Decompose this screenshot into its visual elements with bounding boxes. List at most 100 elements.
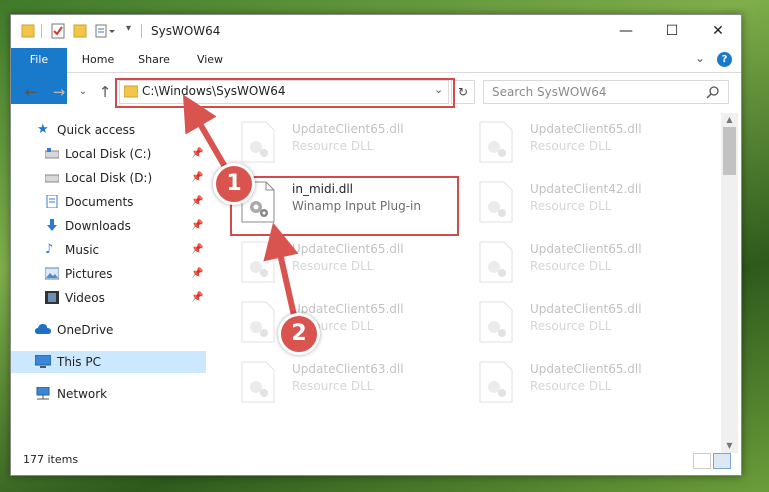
list-item[interactable]: UpdateClient63.dll Resource DLL (232, 355, 460, 411)
close-button[interactable]: ✕ (695, 15, 741, 47)
tab-view[interactable]: View (185, 48, 235, 72)
dll-file-icon (241, 301, 275, 343)
sidebar-item-quick-access[interactable]: ★ Quick access (11, 119, 206, 141)
folder-icon[interactable] (21, 22, 35, 40)
sidebar-item-label: Documents (65, 195, 134, 209)
file-highlight-box (230, 176, 459, 236)
title-bar: ▾ SysWOW64 — ☐ ✕ (11, 15, 741, 47)
sidebar-item-label: Music (65, 243, 100, 257)
pin-icon[interactable]: 📌 (191, 191, 203, 213)
scroll-up-icon[interactable]: ▲ (721, 113, 738, 127)
status-bar: 177 items (11, 449, 741, 473)
sidebar-item-label: Local Disk (D:) (65, 171, 153, 185)
file-description: Resource DLL (530, 259, 612, 273)
toolbar-divider (41, 24, 42, 38)
file-description: Resource DLL (530, 319, 612, 333)
back-button[interactable]: ← (21, 82, 41, 102)
list-item[interactable]: UpdateClient65.dll Resource DLL (470, 115, 698, 171)
list-item[interactable]: UpdateClient65.dll Resource DLL (232, 235, 460, 291)
videos-icon (45, 291, 59, 304)
large-icons-view-icon[interactable] (713, 453, 731, 469)
sidebar-item-network[interactable]: Network (11, 383, 206, 405)
documents-icon (46, 195, 58, 208)
file-description: Resource DLL (292, 259, 374, 273)
customize-toolbar-icon[interactable] (95, 22, 117, 40)
file-description: Resource DLL (292, 379, 374, 393)
sidebar-item-documents[interactable]: Documents 📌 (11, 191, 206, 213)
sidebar-item-pictures[interactable]: Pictures 📌 (11, 263, 206, 285)
recent-locations-icon[interactable]: ⌄ (73, 82, 93, 102)
sidebar-item-label: Videos (65, 291, 105, 305)
title-divider (141, 24, 142, 38)
quick-access-dropdown-icon[interactable]: ▾ (126, 23, 136, 34)
dll-file-icon (479, 241, 513, 283)
search-placeholder: Search SysWOW64 (492, 85, 607, 99)
search-icon (706, 86, 719, 99)
sidebar-item-this-pc[interactable]: This PC (11, 351, 206, 373)
tab-home[interactable]: Home (73, 48, 123, 72)
forward-button[interactable]: → (49, 82, 69, 102)
pin-icon[interactable]: 📌 (191, 143, 203, 165)
pictures-icon (45, 267, 59, 280)
music-icon: ♪ (45, 242, 54, 257)
search-input[interactable]: Search SysWOW64 (483, 80, 729, 104)
sidebar-item-local-disk-c[interactable]: Local Disk (C:) 📌 (11, 143, 206, 165)
pin-icon[interactable]: 📌 (191, 239, 203, 261)
sidebar-item-label: This PC (57, 355, 101, 369)
address-highlight-box (115, 78, 455, 108)
list-item[interactable]: UpdateClient42.dll Resource DLL (470, 175, 698, 231)
file-name: UpdateClient65.dll (292, 302, 404, 316)
item-count: 177 items (23, 453, 79, 466)
dll-file-icon (479, 361, 513, 403)
pin-icon[interactable]: 📌 (191, 215, 203, 237)
file-description: Resource DLL (530, 379, 612, 393)
file-name: UpdateClient65.dll (530, 362, 642, 376)
file-name: UpdateClient63.dll (292, 362, 404, 376)
dll-file-icon (479, 181, 513, 223)
pin-icon[interactable]: 📌 (191, 167, 203, 189)
details-view-icon[interactable] (693, 453, 711, 469)
file-name: UpdateClient65.dll (292, 242, 404, 256)
list-item[interactable]: UpdateClient65.dll Resource DLL (470, 295, 698, 351)
pin-icon[interactable]: 📌 (191, 263, 203, 285)
sidebar-item-onedrive[interactable]: OneDrive (11, 319, 206, 341)
dll-file-icon (241, 361, 275, 403)
scrollbar-thumb[interactable] (723, 127, 736, 175)
file-description: Resource DLL (530, 199, 612, 213)
vertical-scrollbar[interactable]: ▲ ▼ (721, 113, 738, 453)
drive-icon (45, 148, 59, 159)
pin-icon[interactable]: 📌 (191, 287, 203, 309)
dll-file-icon (241, 121, 275, 163)
tab-share[interactable]: Share (129, 48, 179, 72)
sidebar-item-label: Quick access (57, 123, 136, 137)
sidebar-item-downloads[interactable]: Downloads 📌 (11, 215, 206, 237)
list-item[interactable]: UpdateClient65.dll Resource DLL (232, 115, 460, 171)
properties-icon[interactable] (51, 22, 65, 40)
file-description: Resource DLL (530, 139, 612, 153)
sidebar-item-videos[interactable]: Videos 📌 (11, 287, 206, 309)
file-description: Resource DLL (292, 139, 374, 153)
star-icon: ★ (37, 122, 49, 137)
up-button[interactable]: ↑ (95, 82, 115, 102)
dll-file-icon (479, 121, 513, 163)
navigation-pane: ★ Quick access Local Disk (C:) 📌 Local D… (11, 113, 206, 453)
file-name: UpdateClient65.dll (292, 122, 404, 136)
maximize-button[interactable]: ☐ (649, 15, 695, 47)
downloads-icon (47, 219, 57, 231)
list-item[interactable]: UpdateClient65.dll Resource DLL (470, 355, 698, 411)
window-title: SysWOW64 (151, 24, 221, 38)
ribbon-expand-icon[interactable]: ⌄ (695, 51, 705, 65)
list-item[interactable]: UpdateClient65.dll Resource DLL (470, 235, 698, 291)
new-folder-icon[interactable] (73, 22, 87, 40)
dll-file-icon (241, 241, 275, 283)
sidebar-item-local-disk-d[interactable]: Local Disk (D:) 📌 (11, 167, 206, 189)
list-item[interactable]: UpdateClient65.dll Resource DLL (232, 295, 460, 351)
sidebar-item-label: OneDrive (57, 323, 114, 337)
sidebar-item-music[interactable]: ♪ Music 📌 (11, 239, 206, 261)
file-name: UpdateClient42.dll (530, 182, 642, 196)
sidebar-item-label: Local Disk (C:) (65, 147, 152, 161)
sidebar-item-label: Downloads (65, 219, 131, 233)
minimize-button[interactable]: — (603, 15, 649, 47)
file-name: UpdateClient65.dll (530, 242, 642, 256)
help-icon[interactable]: ? (717, 52, 732, 67)
